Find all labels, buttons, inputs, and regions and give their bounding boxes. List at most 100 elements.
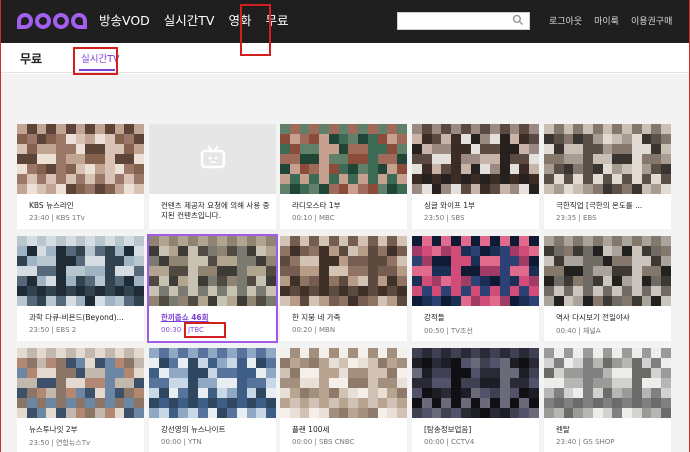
program-title[interactable]: 뉴스투나잇 2부 [29, 425, 141, 435]
program-card[interactable]: 싱글 와이프 1부 23:50 | SBS [412, 124, 539, 229]
free-nav-highlight [240, 4, 271, 56]
thumbnail-pixel [529, 348, 539, 359]
thumbnail-pixel [134, 408, 144, 418]
program-card[interactable]: 컨텐츠 제공자 요청에 의해 사용 중지된 컨텐츠입니다. [149, 124, 276, 229]
thumbnail-pixel [397, 154, 407, 165]
program-title[interactable]: 한 지붕 네 가족 [292, 313, 404, 323]
thumbnail-pixel [661, 164, 671, 175]
program-thumbnail[interactable] [412, 124, 539, 194]
program-title[interactable]: KBS 뉴스라인 [29, 201, 141, 211]
program-thumbnail[interactable] [17, 348, 144, 418]
program-title[interactable]: 역사 다시보기 전일야사 [556, 313, 668, 323]
thumbnail-pixel [661, 144, 671, 155]
logo-letter-q [71, 13, 87, 29]
program-title[interactable]: 렌탈 [556, 425, 668, 435]
program-card[interactable]: 강선영의 뉴스나이트 00:00 | YTN [149, 348, 276, 452]
logo-letter-p [17, 13, 33, 29]
program-thumbnail[interactable] [17, 236, 144, 306]
thumbnail-pixel [661, 296, 671, 306]
program-card[interactable]: 강적들 00:50 | TV조선 [412, 236, 539, 341]
program-thumbnail[interactable] [412, 236, 539, 306]
nav-vod[interactable]: 방송VOD [99, 12, 150, 30]
thumbnail-pixel [529, 276, 539, 287]
thumbnail-pixel [529, 174, 539, 185]
thumbnail-pixel [134, 296, 144, 306]
program-title[interactable]: 라디오스타 1부 [292, 201, 404, 211]
thumbnail-pixel [134, 348, 144, 359]
thumbnail-pixel [529, 246, 539, 257]
program-meta: 00:10 | MBC [292, 214, 335, 222]
program-thumbnail[interactable] [149, 124, 276, 194]
thumbnail-pixel [397, 134, 407, 145]
program-thumbnail[interactable] [17, 124, 144, 194]
program-title[interactable]: 강적들 [424, 313, 536, 323]
program-meta: 23:50 | SBS [424, 214, 465, 222]
my-page-link[interactable]: 마이룩 [594, 14, 619, 27]
program-card[interactable]: 과학 다큐-비욘드(Beyond)... 23:50 | EBS 2 [17, 236, 144, 341]
program-card[interactable]: 뉴스투나잇 2부 23:50 | 연합뉴스Tv [17, 348, 144, 452]
program-card[interactable]: 역사 다시보기 전일야사 00:40 | 채널A [544, 236, 671, 341]
program-card[interactable]: 렌탈 23:40 | GS SHOP [544, 348, 671, 452]
thumbnail-pixel [661, 276, 671, 287]
thumbnail-pixel [266, 348, 276, 359]
thumbnail-pixel [266, 286, 276, 297]
program-thumbnail[interactable] [149, 236, 276, 306]
thumbnail-pixel [134, 164, 144, 175]
nav-live-tv[interactable]: 실시간TV [164, 12, 215, 30]
tv-placeholder-icon [200, 145, 226, 169]
program-meta: 00:00 | CCTV4 [424, 438, 475, 446]
program-card[interactable]: KBS 뉴스라인 23:40 | KBS 1Tv [17, 124, 144, 229]
program-title[interactable]: 플랜 100세 [292, 425, 404, 435]
program-thumbnail[interactable] [412, 348, 539, 418]
program-thumbnail[interactable] [280, 124, 407, 194]
program-title[interactable]: 컨텐츠 제공자 요청에 의해 사용 중지된 컨텐츠입니다. [161, 201, 273, 221]
thumbnail-pixel [266, 276, 276, 287]
thumbnail-pixel [529, 266, 539, 277]
thumbnail-pixel [397, 124, 407, 135]
thumbnail-pixel [529, 154, 539, 165]
program-card[interactable]: 한 지붕 네 가족 00:20 | MBN [280, 236, 407, 341]
thumbnail-pixel [397, 184, 407, 194]
thumbnail-pixel [397, 276, 407, 287]
program-thumbnail[interactable] [149, 348, 276, 418]
thumbnail-pixel [134, 276, 144, 287]
thumbnail-pixel [661, 266, 671, 277]
program-title[interactable]: 싱글 와이프 1부 [424, 201, 536, 211]
program-thumbnail[interactable] [544, 348, 671, 418]
thumbnail-pixel [266, 358, 276, 369]
program-title[interactable]: 과학 다큐-비욘드(Beyond)... [29, 313, 141, 323]
thumbnail-pixel [266, 236, 276, 247]
thumbnail-pixel [397, 236, 407, 247]
program-meta: 00:20 | MBN [292, 326, 336, 334]
thumbnail-pixel [529, 134, 539, 145]
purchase-link[interactable]: 이용권구매 [631, 14, 672, 27]
pooq-logo[interactable] [17, 8, 87, 34]
program-card[interactable]: 라디오스타 1부 00:10 | MBC [280, 124, 407, 229]
program-title[interactable]: [탐송정보업음] [424, 425, 536, 435]
program-thumbnail[interactable] [280, 348, 407, 418]
program-card[interactable]: 극한직업 [극한의 온도를 ... 23:35 | EBS [544, 124, 671, 229]
program-title[interactable]: 강선영의 뉴스나이트 [161, 425, 273, 435]
program-card[interactable]: [탐송정보업음] 00:00 | CCTV4 [412, 348, 539, 452]
live-tab-highlight [73, 47, 118, 75]
thumbnail-pixel [529, 124, 539, 135]
thumbnail-pixel [134, 266, 144, 277]
thumbnail-pixel [529, 236, 539, 247]
program-thumbnail[interactable] [280, 236, 407, 306]
search-icon[interactable] [512, 14, 524, 26]
thumbnail-pixel [661, 358, 671, 369]
program-thumbnail[interactable] [544, 124, 671, 194]
thumbnail-pixel [397, 246, 407, 257]
program-thumbnail[interactable] [544, 236, 671, 306]
search-box[interactable] [397, 12, 530, 30]
thumbnail-pixel [397, 174, 407, 185]
program-title[interactable]: 극한직업 [극한의 온도를 ... [556, 201, 668, 211]
program-meta: 00:50 | TV조선 [424, 327, 473, 335]
program-card[interactable]: 플랜 100세 00:00 | SBS CNBC [280, 348, 407, 452]
thumbnail-pixel [134, 286, 144, 297]
thumbnail-pixel [134, 358, 144, 369]
thumbnail-pixel [266, 266, 276, 277]
thumbnail-pixel [529, 296, 539, 306]
logout-link[interactable]: 로그아웃 [549, 14, 582, 27]
thumbnail-pixel [529, 378, 539, 389]
